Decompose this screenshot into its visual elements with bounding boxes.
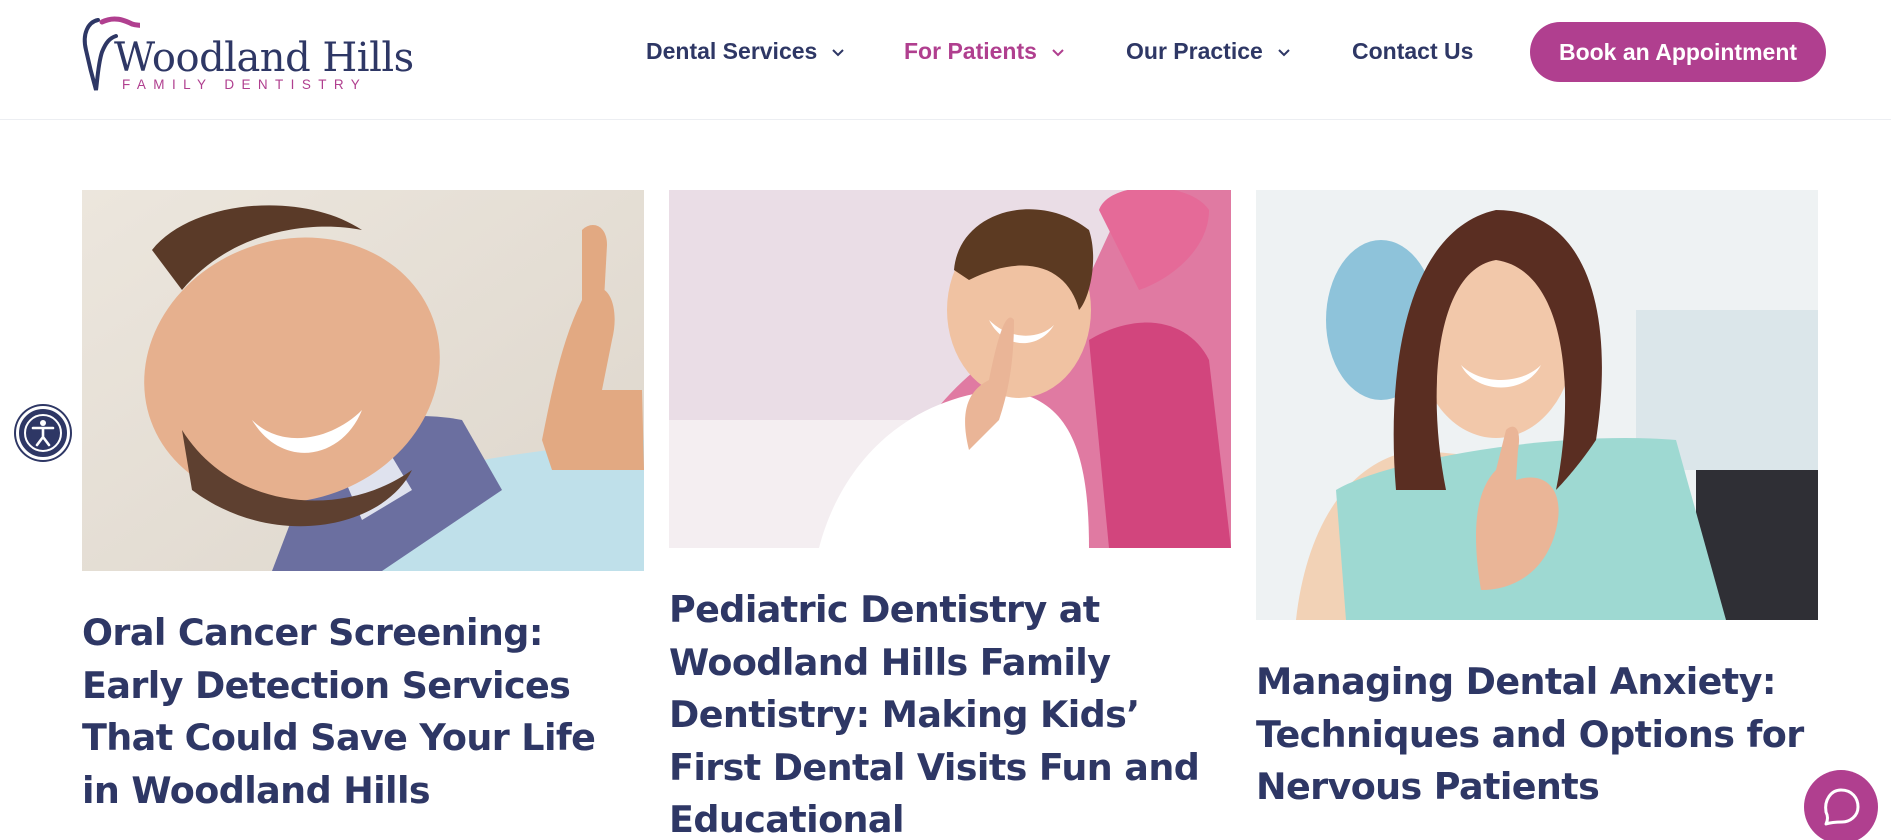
post-title-link[interactable]: Managing Dental Anxiety: Techniques and …: [1256, 656, 1818, 814]
logo-tagline-text: FAMILY DENTISTRY: [122, 77, 368, 92]
post-card: Oral Cancer Screening: Early Detection S…: [82, 190, 644, 817]
post-title-link[interactable]: Oral Cancer Screening: Early Detection S…: [82, 607, 644, 817]
accessibility-icon: [24, 414, 62, 452]
nav-label: For Patients: [904, 38, 1037, 64]
post-title-link[interactable]: Pediatric Dentistry at Woodland Hills Fa…: [669, 584, 1231, 840]
chat-icon: [1824, 788, 1860, 826]
nav-for-patients[interactable]: For Patients: [904, 38, 1065, 65]
smiling-woman-photo: [1256, 190, 1818, 620]
post-card: Pediatric Dentistry at Woodland Hills Fa…: [669, 190, 1231, 840]
chevron-down-icon: [1278, 48, 1290, 56]
nav-label: Dental Services: [646, 38, 818, 64]
post-image[interactable]: [82, 190, 644, 571]
post-card: Managing Dental Anxiety: Techniques and …: [1256, 190, 1818, 814]
nav-label: Our Practice: [1126, 38, 1263, 64]
accessibility-button[interactable]: [16, 406, 70, 460]
smiling-man-photo: [82, 190, 644, 571]
book-appointment-button[interactable]: Book an Appointment: [1530, 22, 1826, 82]
chat-button[interactable]: [1804, 770, 1878, 840]
chevron-down-icon: [1052, 48, 1064, 56]
chevron-down-icon: [832, 48, 845, 56]
nav-contact-us[interactable]: Contact Us: [1352, 38, 1473, 65]
site-header: Woodland Hills FAMILY DENTISTRY Dental S…: [0, 0, 1891, 120]
post-image[interactable]: [1256, 190, 1818, 620]
nav-label: Contact Us: [1352, 38, 1474, 64]
nav-dental-services[interactable]: Dental Services: [646, 38, 845, 65]
logo[interactable]: Woodland Hills FAMILY DENTISTRY: [80, 14, 414, 94]
smiling-boy-photo: [669, 190, 1231, 548]
post-image[interactable]: [669, 190, 1231, 548]
logo-brand-text: Woodland Hills: [114, 35, 414, 81]
nav-our-practice[interactable]: Our Practice: [1126, 38, 1291, 65]
